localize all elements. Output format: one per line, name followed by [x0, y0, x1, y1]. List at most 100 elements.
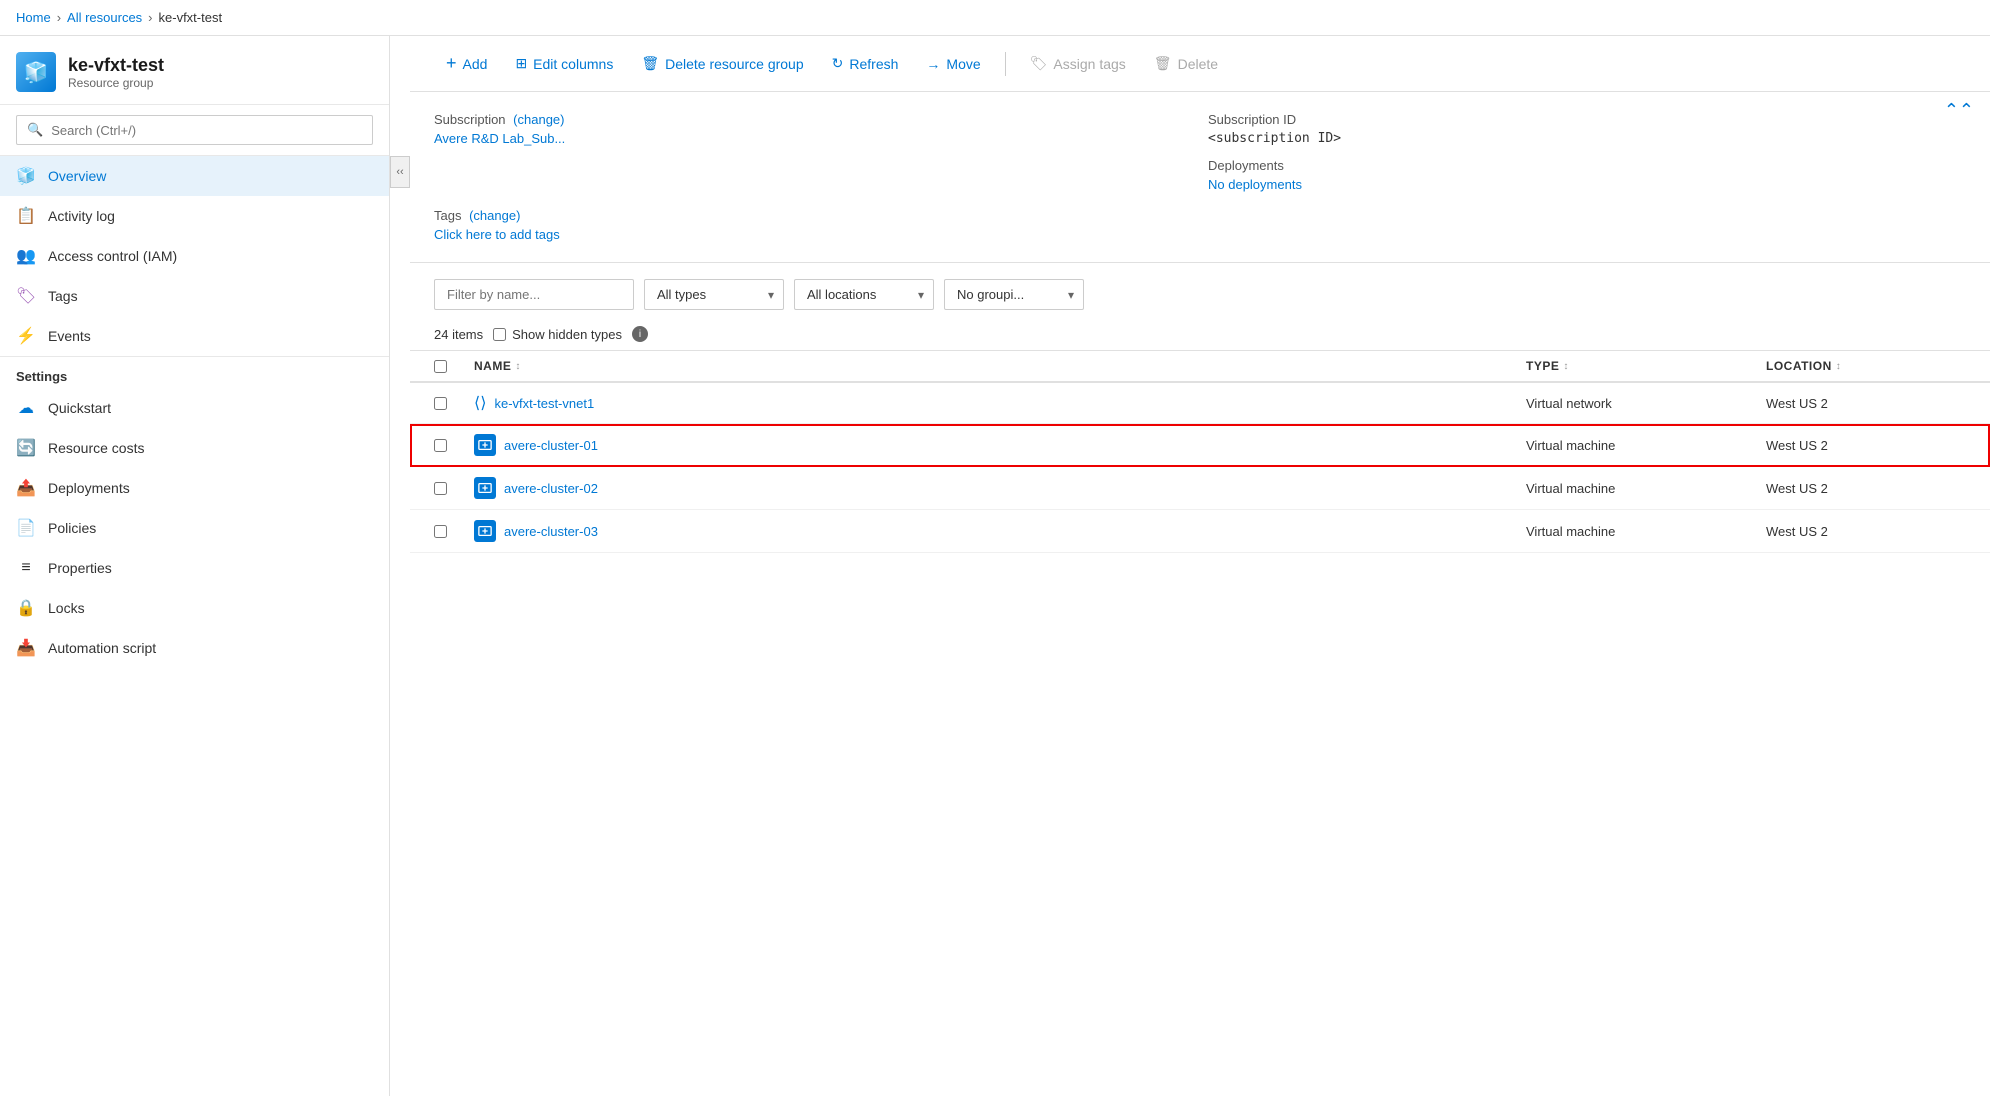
tags-change-link[interactable]: (change) — [469, 208, 520, 223]
events-icon: ⚡ — [16, 326, 36, 346]
row-select-checkbox[interactable] — [434, 397, 447, 410]
assign-tags-button[interactable]: 🏷 Assign tags — [1018, 48, 1138, 79]
row-select-checkbox[interactable] — [434, 439, 447, 452]
subscription-label: Subscription (change) — [434, 112, 1192, 127]
sidebar-item-activity-log[interactable]: 📋 Activity log — [0, 196, 389, 236]
vm-icon — [474, 434, 496, 456]
tags-info-label: Tags (change) — [434, 208, 1966, 223]
row-name[interactable]: avere-cluster-03 — [474, 520, 1526, 542]
deployments-value[interactable]: No deployments — [1208, 177, 1966, 192]
hidden-types-info-icon[interactable]: i — [632, 326, 648, 342]
refresh-button[interactable]: ↻ Refresh — [820, 48, 911, 79]
sidebar-item-resource-costs-label: Resource costs — [48, 440, 144, 456]
sidebar-item-activity-log-label: Activity log — [48, 208, 115, 224]
sidebar-item-automation-script[interactable]: 📥 Automation script — [0, 628, 389, 668]
info-panel: Subscription (change) Avere R&D Lab_Sub.… — [410, 92, 1990, 263]
grouping-select[interactable]: No groupi... — [944, 279, 1084, 310]
sidebar-item-tags[interactable]: 🏷 Tags — [0, 276, 389, 316]
sidebar-item-resource-costs[interactable]: 🔄 Resource costs — [0, 428, 389, 468]
row-location: West US 2 — [1766, 438, 1966, 453]
resource-table: NAME ↕ TYPE ↕ LOCATION ↕ ⟨⟩ke-vfxt-test-… — [410, 350, 1990, 1096]
info-left: Subscription (change) Avere R&D Lab_Sub.… — [434, 112, 1192, 192]
row-select-checkbox[interactable] — [434, 482, 447, 495]
assign-tags-icon: 🏷 — [1030, 55, 1048, 72]
sidebar-item-deployments[interactable]: 📤 Deployments — [0, 468, 389, 508]
name-sort-icon[interactable]: ↕ — [515, 361, 521, 372]
filter-name-input[interactable] — [434, 279, 634, 310]
sidebar-item-events[interactable]: ⚡ Events — [0, 316, 389, 356]
sidebar-item-overview-label: Overview — [48, 168, 106, 184]
subscription-value[interactable]: Avere R&D Lab_Sub... — [434, 131, 1192, 146]
row-name-text: avere-cluster-02 — [504, 481, 598, 496]
breadcrumb-sep2: › — [148, 10, 152, 25]
sidebar-resource-type: Resource group — [68, 76, 164, 90]
overview-icon: 🧊 — [16, 166, 36, 186]
row-select-checkbox[interactable] — [434, 525, 447, 538]
policies-icon: 📄 — [16, 518, 36, 538]
show-hidden-checkbox[interactable] — [493, 328, 506, 341]
delete-rg-button[interactable]: 🗑 Delete resource group — [629, 48, 815, 79]
sidebar-item-deployments-label: Deployments — [48, 480, 130, 496]
refresh-icon: ↻ — [832, 55, 844, 72]
add-icon: + — [446, 53, 457, 74]
row-name-text: ke-vfxt-test-vnet1 — [494, 396, 594, 411]
search-box: 🔍 — [16, 115, 373, 145]
tags-add-link[interactable]: Click here to add tags — [434, 227, 1966, 242]
info-right: Subscription ID <subscription ID> Deploy… — [1208, 112, 1966, 192]
sidebar-header: 🧊 ke-vfxt-test Resource group — [0, 36, 389, 105]
row-name[interactable]: avere-cluster-01 — [474, 434, 1526, 456]
search-icon: 🔍 — [27, 122, 43, 138]
sidebar-item-quickstart[interactable]: ☁ Quickstart — [0, 388, 389, 428]
delete-button[interactable]: 🗑 Delete — [1142, 48, 1230, 79]
add-button[interactable]: + Add — [434, 46, 499, 81]
sidebar-item-policies[interactable]: 📄 Policies — [0, 508, 389, 548]
row-checkbox — [434, 482, 474, 495]
resource-costs-icon: 🔄 — [16, 438, 36, 458]
sidebar-item-overview[interactable]: 🧊 Overview — [0, 156, 389, 196]
main-layout: 🧊 ke-vfxt-test Resource group 🔍 🧊 Overvi… — [0, 36, 1990, 1096]
table-body: ⟨⟩ke-vfxt-test-vnet1Virtual networkWest … — [410, 383, 1990, 553]
subscription-id-row: Subscription ID <subscription ID> — [1208, 112, 1966, 146]
row-location: West US 2 — [1766, 524, 1966, 539]
breadcrumb-all-resources[interactable]: All resources — [67, 10, 142, 25]
row-checkbox — [434, 525, 474, 538]
sidebar-item-locks[interactable]: 🔒 Locks — [0, 588, 389, 628]
breadcrumb-home[interactable]: Home — [16, 10, 51, 25]
table-row: ⟨⟩ke-vfxt-test-vnet1Virtual networkWest … — [410, 383, 1990, 424]
sidebar-item-access-control[interactable]: 👥 Access control (IAM) — [0, 236, 389, 276]
edit-columns-button[interactable]: ⊞ Edit columns — [503, 48, 625, 79]
col-header-location: LOCATION ↕ — [1766, 359, 1966, 373]
select-all-checkbox[interactable] — [434, 360, 447, 373]
all-types-select-wrapper: All types — [644, 279, 784, 310]
sidebar-item-iam-label: Access control (IAM) — [48, 248, 177, 264]
col-header-name: NAME ↕ — [474, 359, 1526, 373]
move-button[interactable]: → Move — [914, 49, 992, 79]
sidebar-item-properties[interactable]: ≡ Properties — [0, 548, 389, 588]
sidebar-item-locks-label: Locks — [48, 600, 85, 616]
settings-section-label: Settings — [0, 356, 389, 388]
subscription-change-link[interactable]: (change) — [513, 112, 564, 127]
info-panel-collapse[interactable]: ⌃⌃ — [1944, 100, 1974, 121]
toolbar: + Add ⊞ Edit columns 🗑 Delete resource g… — [410, 36, 1990, 92]
sidebar-item-properties-label: Properties — [48, 560, 112, 576]
location-sort-icon[interactable]: ↕ — [1836, 361, 1842, 372]
row-name[interactable]: ⟨⟩ke-vfxt-test-vnet1 — [474, 393, 1526, 413]
delete-icon: 🗑 — [1154, 55, 1172, 72]
grouping-select-wrapper: No groupi... — [944, 279, 1084, 310]
show-hidden-label[interactable]: Show hidden types — [493, 327, 622, 342]
edit-columns-icon: ⊞ — [515, 55, 527, 72]
row-name[interactable]: avere-cluster-02 — [474, 477, 1526, 499]
automation-icon: 📥 — [16, 638, 36, 658]
header-checkbox-cell — [434, 359, 474, 373]
sidebar-collapse-button[interactable]: ‹‹ — [390, 156, 410, 188]
all-types-select[interactable]: All types — [644, 279, 784, 310]
table-row: avere-cluster-01Virtual machineWest US 2 — [410, 424, 1990, 467]
row-type: Virtual machine — [1526, 438, 1766, 453]
filter-bar: All types All locations No groupi... — [410, 263, 1990, 318]
properties-icon: ≡ — [16, 558, 36, 578]
all-locations-select[interactable]: All locations — [794, 279, 934, 310]
subscription-id-label: Subscription ID — [1208, 112, 1966, 127]
breadcrumb: Home › All resources › ke-vfxt-test — [0, 0, 1990, 36]
type-sort-icon[interactable]: ↕ — [1563, 361, 1569, 372]
search-input[interactable] — [51, 123, 362, 138]
